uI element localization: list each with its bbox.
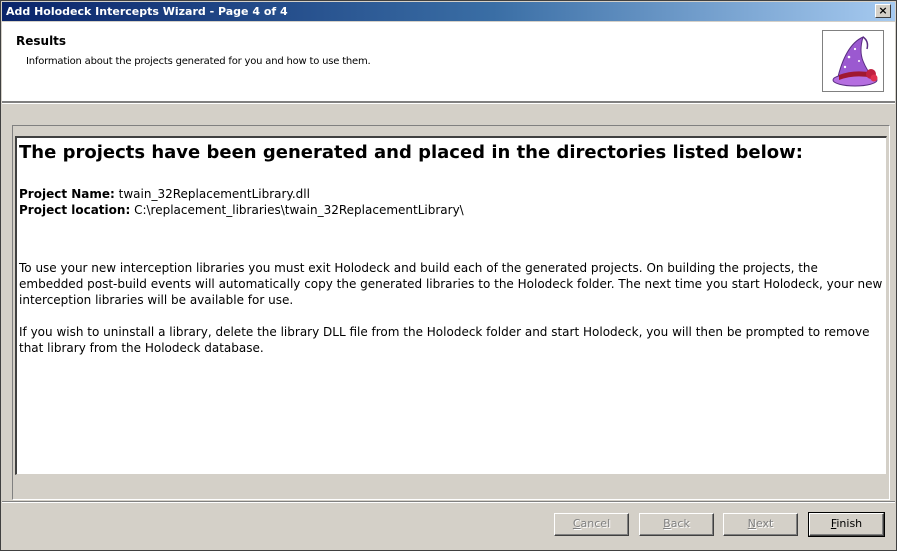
project-info: Project Name: twain_32ReplacementLibrary… [19, 186, 464, 218]
wizard-hat-icon [822, 30, 884, 92]
cancel-button[interactable]: Cancel [554, 513, 629, 536]
next-button[interactable]: Next [723, 513, 798, 536]
next-label: ext [755, 517, 774, 530]
page-subtitle: Information about the projects generated… [26, 56, 371, 67]
back-hotkey: B [663, 517, 671, 530]
page-title: Results [16, 34, 67, 48]
close-button[interactable]: × [875, 4, 891, 18]
project-location-value: C:\replacement_libraries\twain_32Replace… [134, 203, 464, 217]
title-bar[interactable]: Add Holodeck Intercepts Wizard - Page 4 … [2, 2, 895, 21]
window-title: Add Holodeck Intercepts Wizard - Page 4 … [6, 5, 288, 18]
back-label: ack [670, 517, 690, 530]
cancel-hotkey: C [572, 517, 581, 530]
project-location-label: Project location: [19, 203, 131, 217]
results-heading: The projects have been generated and pla… [19, 142, 803, 163]
footer-separator [2, 501, 895, 503]
cancel-label: ancel [580, 517, 611, 530]
project-name-label: Project Name: [19, 187, 115, 201]
wizard-window: Add Holodeck Intercepts Wizard - Page 4 … [0, 0, 897, 551]
finish-button[interactable]: Finish [808, 512, 885, 537]
close-icon: × [878, 4, 888, 17]
wizard-header: Results Information about the projects g… [2, 22, 895, 102]
project-name-value: twain_32ReplacementLibrary.dll [118, 187, 310, 201]
uninstall-paragraph: If you wish to uninstall a library, dele… [19, 325, 870, 355]
header-separator [2, 102, 895, 104]
usage-paragraph: To use your new interception libraries y… [19, 261, 883, 307]
next-hotkey: N [747, 517, 756, 530]
back-button[interactable]: Back [639, 513, 714, 536]
finish-label: inish [836, 517, 863, 530]
results-panel: The projects have been generated and pla… [15, 136, 887, 475]
